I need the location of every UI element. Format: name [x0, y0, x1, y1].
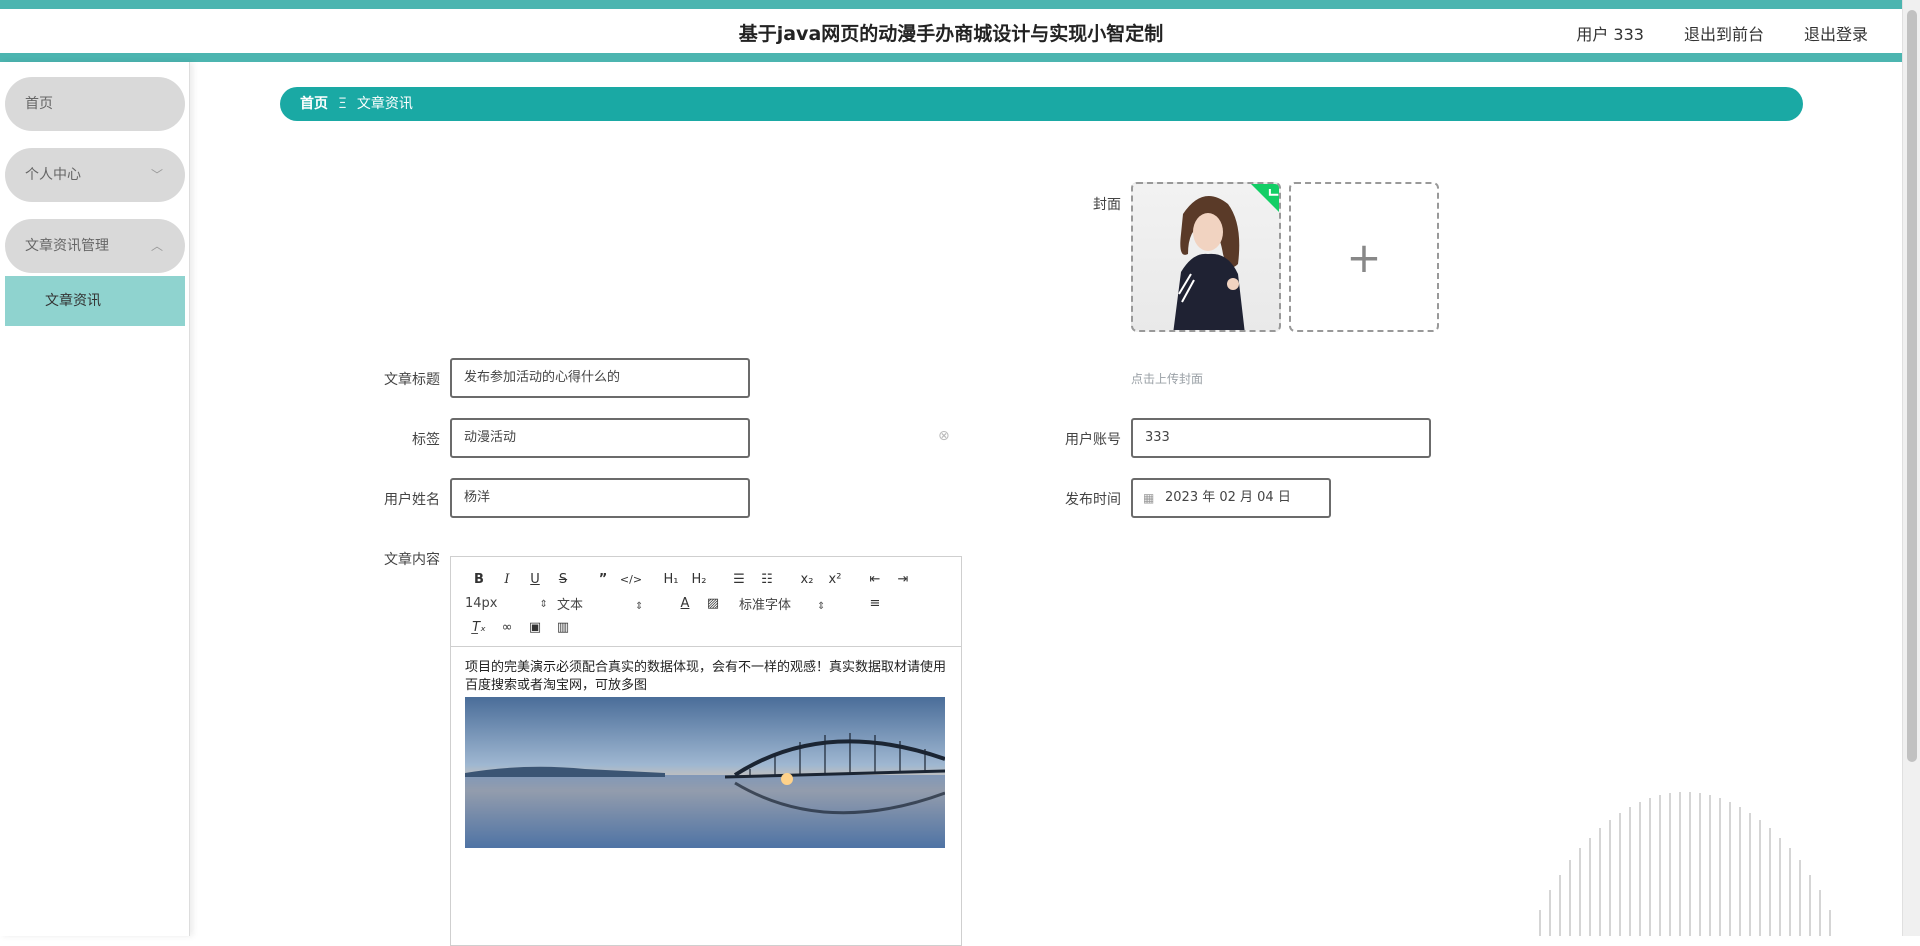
underline-icon[interactable]: U — [521, 572, 549, 587]
account-input[interactable]: 333 — [1131, 418, 1431, 458]
cover-upload-button[interactable]: + — [1289, 182, 1439, 332]
time-label: 发布时间 — [1065, 492, 1121, 508]
date-picker[interactable]: 2023 年 02 月 04 日 — [1131, 478, 1331, 518]
italic-icon[interactable]: I — [493, 572, 521, 587]
breadcrumb-separator-icon: Ξ — [338, 96, 347, 112]
plus-icon: + — [1346, 232, 1382, 282]
editor-image — [465, 697, 945, 848]
current-user: 用户 333 — [1576, 25, 1644, 44]
title-label: 文章标题 — [384, 372, 440, 388]
cover-photo — [1173, 184, 1279, 330]
top-header: 基于java网页的动漫手办商城设计与实现小智定制 用户 333 退出到前台 退出… — [0, 0, 1902, 62]
clear-icon[interactable]: ⊗ — [938, 428, 950, 444]
editor-toolbar: B I U S ” </> H₁ H₂ ☰ ☷ x₂ x² ⇤ ⇥ 14px ⇕ … — [451, 557, 961, 647]
font-color-icon[interactable]: A — [671, 596, 699, 611]
name-label: 用户姓名 — [384, 492, 440, 508]
h1-icon[interactable]: H₁ — [657, 572, 685, 587]
cover-image[interactable] — [1131, 182, 1281, 332]
upload-hint: 点击上传封面 — [1131, 372, 1204, 386]
h2-icon[interactable]: H₂ — [685, 572, 713, 587]
sidebar-item-label: 个人中心 — [25, 167, 81, 183]
align-icon[interactable]: ≡ — [861, 596, 889, 611]
editor-text: 项目的完美演示必须配合真实的数据体现，会有不一样的观感！真实数据取材请使用百度搜… — [465, 660, 947, 693]
tag-label: 标签 — [412, 432, 440, 448]
sidebar-item-personal-center[interactable]: 个人中心 ﹀ — [5, 148, 185, 202]
tag-input[interactable]: 动漫活动 — [450, 418, 750, 458]
bold-icon[interactable]: B — [465, 572, 493, 587]
background-color-icon[interactable]: ▨ — [699, 596, 727, 611]
strike-icon[interactable]: S — [549, 572, 577, 587]
breadcrumb: 首页 Ξ 文章资讯 — [280, 87, 1803, 121]
image-icon[interactable]: ▣ — [521, 620, 549, 635]
subscript-icon[interactable]: x₂ — [793, 572, 821, 587]
link-icon[interactable]: ∞ — [493, 620, 521, 635]
chevron-down-icon: ﹀ — [150, 168, 163, 182]
editor-content[interactable]: 项目的完美演示必须配合真实的数据体现，会有不一样的观感！真实数据取材请使用百度搜… — [451, 647, 961, 860]
ordered-list-icon[interactable]: ☰ — [725, 572, 753, 587]
title-input[interactable]: 发布参加活动的心得什么的 — [450, 358, 750, 398]
clear-format-icon[interactable]: T̲ₓ — [465, 620, 493, 635]
breadcrumb-home[interactable]: 首页 — [300, 96, 328, 112]
sidebar-subitem-article[interactable]: 文章资讯 — [5, 276, 185, 326]
format-select[interactable]: 文本 ⇕ — [557, 594, 671, 613]
page-scrollbar[interactable] — [1902, 0, 1920, 936]
font-size-select[interactable]: 14px ⇕ — [465, 596, 557, 611]
outdent-icon[interactable]: ⇤ — [861, 572, 889, 587]
account-label: 用户账号 — [1065, 432, 1121, 448]
rich-text-editor: B I U S ” </> H₁ H₂ ☰ ☷ x₂ x² ⇤ ⇥ 14px ⇕ … — [450, 556, 962, 946]
back-to-front-link[interactable]: 退出到前台 — [1684, 21, 1764, 45]
sidebar-item-home[interactable]: 首页 — [5, 77, 185, 131]
sidebar-item-label: 首页 — [25, 96, 53, 112]
breadcrumb-current: 文章资讯 — [356, 96, 413, 112]
content-label: 文章内容 — [384, 552, 440, 568]
chevron-up-icon: ︿ — [150, 239, 163, 253]
name-input[interactable]: 杨洋 — [450, 478, 750, 518]
indent-icon[interactable]: ⇥ — [889, 572, 917, 587]
code-icon[interactable]: </> — [617, 573, 645, 586]
font-family-select[interactable]: 标准字体 ⇕ — [739, 594, 861, 613]
sidebar-item-article-management[interactable]: 文章资讯管理 ︿ — [5, 219, 185, 273]
header-actions: 用户 333 退出到前台 退出登录 — [1576, 21, 1868, 45]
sidebar: 首页 个人中心 ﹀ 文章资讯管理 ︿ 文章资讯 — [0, 62, 190, 936]
sidebar-item-label: 文章资讯管理 — [25, 238, 109, 254]
superscript-icon[interactable]: x² — [821, 572, 849, 587]
calendar-icon: ▦ — [1143, 491, 1155, 505]
cover-label: 封面 — [1093, 197, 1121, 213]
logout-link[interactable]: 退出登录 — [1804, 21, 1868, 45]
video-icon[interactable]: ▥ — [549, 620, 577, 635]
blockquote-icon[interactable]: ” — [589, 572, 617, 587]
bullet-list-icon[interactable]: ☷ — [753, 572, 781, 587]
decorative-watermark — [1539, 792, 1831, 936]
scrollbar-thumb[interactable] — [1907, 10, 1917, 762]
bridge-photo — [465, 697, 945, 848]
